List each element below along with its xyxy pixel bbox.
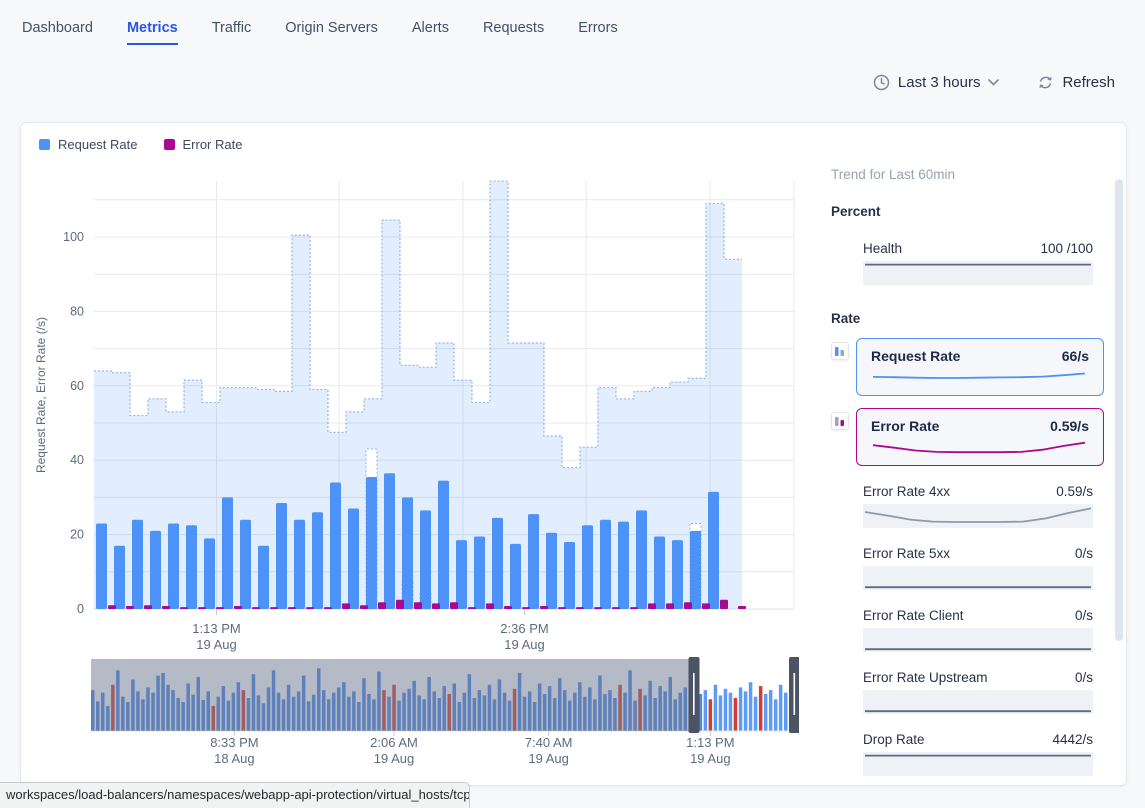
- metric-label: Health: [863, 241, 902, 256]
- timeline-tick-label: 1:13 PM19 Aug: [686, 735, 734, 767]
- sidebar-scrollbar[interactable]: [1115, 179, 1123, 641]
- metric-row-error-rate-4xx[interactable]: Error Rate 4xx 0.59/s: [863, 484, 1093, 528]
- timeline-axis-labels: 8:33 PM18 Aug 2:06 AM19 Aug 7:40 AM19 Aug 1…: [89, 735, 799, 777]
- metric-label: Error Rate 4xx: [863, 484, 950, 499]
- svg-text:Request Rate, Error Rate (/s): Request Rate, Error Rate (/s): [34, 317, 48, 473]
- nav-item-metrics[interactable]: Metrics: [127, 20, 178, 45]
- metric-row-drop-rate[interactable]: Drop Rate 4442/s: [863, 732, 1093, 776]
- trend-title: Trend for Last 60min: [831, 167, 1121, 182]
- sparkline-area: [863, 261, 1093, 285]
- metric-value: 0.59/s: [1050, 418, 1089, 434]
- trend-sparkline: [871, 439, 1087, 457]
- legend-label: Request Rate: [58, 137, 138, 152]
- nav-item-errors[interactable]: Errors: [578, 20, 617, 45]
- rate-card-row: Error Rate 0.59/s: [831, 408, 1121, 466]
- nav-item-origin-servers[interactable]: Origin Servers: [285, 20, 378, 45]
- svg-text:80: 80: [70, 304, 84, 318]
- sparkline-area: [871, 369, 1089, 392]
- metric-label: Drop Rate: [863, 732, 925, 747]
- minimap-left-handle[interactable]: [689, 657, 700, 733]
- legend-swatch: [39, 139, 50, 150]
- metric-value: 4442/s: [1052, 732, 1093, 747]
- mini-bar-chart-icon: [831, 342, 849, 360]
- nav-item-alerts[interactable]: Alerts: [412, 20, 449, 45]
- trend-sparkline: [863, 504, 1093, 528]
- nav-item-dashboard[interactable]: Dashboard: [22, 20, 93, 45]
- svg-text:2:36 PM: 2:36 PM: [500, 621, 548, 636]
- sparkline-area: [863, 504, 1093, 528]
- svg-text:40: 40: [70, 453, 84, 467]
- time-range-label: Last 3 hours: [898, 74, 981, 91]
- metric-label: Request Rate: [871, 348, 960, 364]
- svg-text:0: 0: [77, 602, 84, 616]
- section-header-rate: Rate: [831, 311, 1121, 326]
- chart-legend: Request Rate Error Rate: [39, 137, 242, 152]
- metric-value: 66/s: [1062, 348, 1089, 364]
- link-preview-statusbar: workspaces/load-balancers/namespaces/web…: [0, 782, 470, 808]
- sparkline-area: [863, 566, 1093, 590]
- refresh-icon: [1037, 74, 1054, 91]
- trend-sparkline: [863, 690, 1093, 714]
- refresh-label: Refresh: [1062, 74, 1115, 91]
- chart-controls: Last 3 hours Refresh: [873, 74, 1115, 91]
- request-error-rate-chart[interactable]: 0 20 40 60 80 100 Request Rate, Error Rate (/s…: [29, 167, 809, 657]
- minimap-unselected-overlay: [91, 659, 695, 731]
- metric-row-error-rate-client[interactable]: Error Rate Client 0/s: [863, 608, 1093, 652]
- nav-item-traffic[interactable]: Traffic: [212, 20, 251, 45]
- sparkline-area: [863, 690, 1093, 714]
- trend-sidebar: Trend for Last 60min Percent Health 100 /…: [811, 123, 1121, 785]
- trend-sparkline: [863, 261, 1093, 285]
- time-range-selector[interactable]: Last 3 hours: [873, 74, 1000, 91]
- sparkline-area: [871, 439, 1089, 462]
- metric-value: 100 /100: [1040, 241, 1093, 256]
- metrics-panel: Request Rate Error Rate 0 20 40 60 80 100 Reque…: [20, 122, 1127, 786]
- metric-label: Error Rate Upstream: [863, 670, 988, 685]
- svg-text:20: 20: [70, 528, 84, 542]
- timeline-tick-label: 2:06 AM19 Aug: [370, 735, 418, 767]
- mini-bar-chart-icon: [831, 412, 849, 430]
- nav-item-requests[interactable]: Requests: [483, 20, 544, 45]
- timeline-brush-chart[interactable]: [89, 657, 799, 737]
- legend-label: Error Rate: [183, 137, 243, 152]
- svg-text:19 Aug: 19 Aug: [504, 637, 545, 652]
- svg-text:19 Aug: 19 Aug: [196, 637, 237, 652]
- minimap-right-handle[interactable]: [789, 657, 799, 733]
- legend-item-request-rate[interactable]: Request Rate: [39, 137, 138, 152]
- svg-text:100: 100: [63, 230, 84, 244]
- svg-text:1:13 PM: 1:13 PM: [192, 621, 240, 636]
- chevron-down-icon: [988, 79, 999, 86]
- metric-row-error-rate-upstream[interactable]: Error Rate Upstream 0/s: [863, 670, 1093, 714]
- metric-value: 0/s: [1075, 546, 1093, 561]
- metric-label: Error Rate Client: [863, 608, 964, 623]
- legend-item-error-rate[interactable]: Error Rate: [164, 137, 243, 152]
- metric-label: Error Rate: [871, 418, 939, 434]
- rate-card-row: Request Rate 66/s: [831, 338, 1121, 396]
- metric-row-error-rate-5xx[interactable]: Error Rate 5xx 0/s: [863, 546, 1093, 590]
- trend-sparkline: [863, 752, 1093, 776]
- section-header-percent: Percent: [831, 204, 1121, 219]
- rate-card-request-rate[interactable]: Request Rate 66/s: [856, 338, 1104, 396]
- metric-label: Error Rate 5xx: [863, 546, 950, 561]
- trend-sparkline: [871, 369, 1087, 387]
- sparkline-area: [863, 752, 1093, 776]
- timeline-tick-label: 8:33 PM18 Aug: [210, 735, 258, 767]
- svg-text:60: 60: [70, 379, 84, 393]
- sparkline-area: [863, 628, 1093, 652]
- metric-value: 0/s: [1075, 670, 1093, 685]
- clock-icon: [873, 74, 890, 91]
- rate-card-error-rate[interactable]: Error Rate 0.59/s: [856, 408, 1104, 466]
- trend-sparkline: [863, 628, 1093, 652]
- metric-value: 0/s: [1075, 608, 1093, 623]
- metric-value: 0.59/s: [1056, 484, 1093, 499]
- trend-sparkline: [863, 566, 1093, 590]
- refresh-button[interactable]: Refresh: [1037, 74, 1115, 91]
- timeline-tick-label: 7:40 AM19 Aug: [525, 735, 573, 767]
- top-navigation: Dashboard Metrics Traffic Origin Servers Ale…: [22, 20, 618, 45]
- legend-swatch: [164, 139, 175, 150]
- metric-row-health[interactable]: Health 100 /100: [863, 241, 1093, 285]
